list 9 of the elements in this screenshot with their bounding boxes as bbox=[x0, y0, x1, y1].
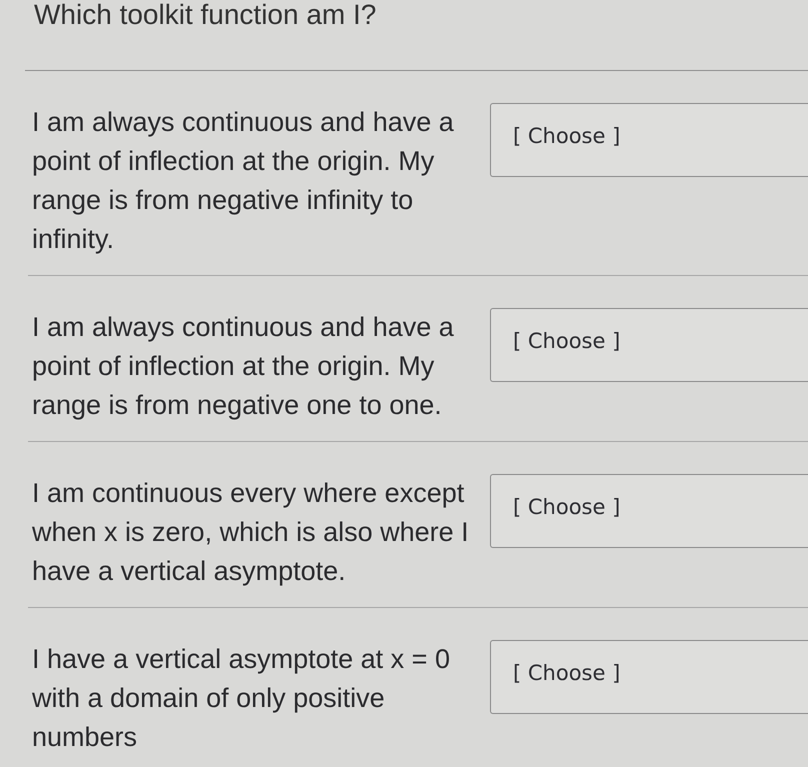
question-prompt: I am always continuous and have a point of inflection at the origin. My range is from negative one to one. bbox=[32, 311, 455, 422]
question-prompt: I am continuous every where except when x is zero, which is also where I have a vertical asymptote. bbox=[32, 477, 470, 588]
question-prompt: I am always continuous and have a point of inflection at the origin. My range is from negative infinity to infinity. bbox=[32, 106, 455, 256]
answer-dropdown[interactable]: [ Choose ] bbox=[490, 308, 808, 382]
answer-dropdown[interactable]: [ Choose ] bbox=[490, 474, 808, 548]
question-title: Which toolkit function am I? bbox=[33, 0, 378, 30]
answer-dropdown[interactable]: [ Choose ] bbox=[490, 103, 808, 177]
answer-dropdown[interactable]: [ Choose ] bbox=[490, 640, 808, 714]
question-prompt: I have a vertical asymptote at x = 0 with a domain of only positive numbers bbox=[32, 643, 451, 754]
